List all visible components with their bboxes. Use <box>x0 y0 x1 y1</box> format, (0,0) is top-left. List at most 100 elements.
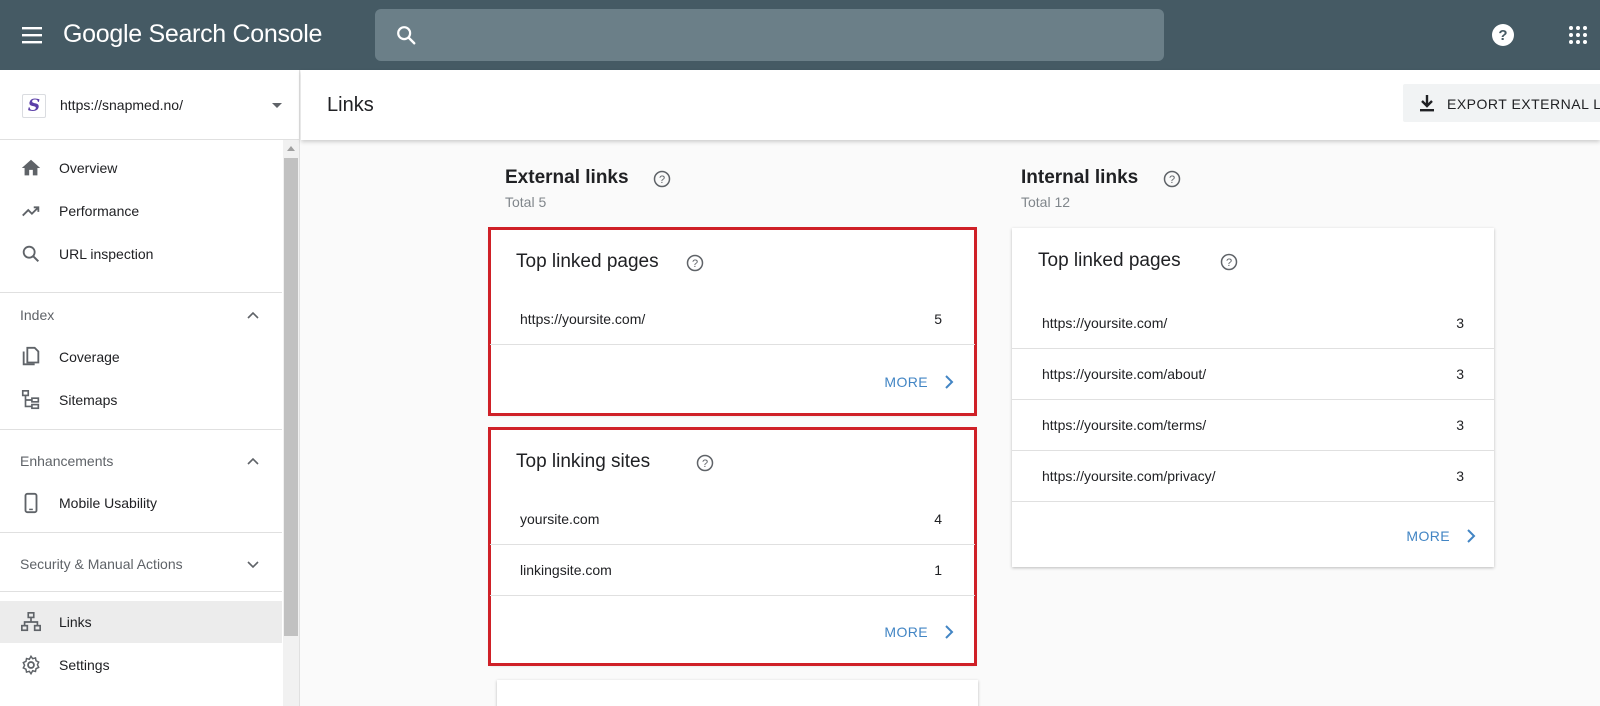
row-count: 3 <box>1456 315 1464 331</box>
help-circle-icon[interactable]: ? <box>653 170 671 188</box>
table-row[interactable]: linkingsite.com 1 <box>490 545 975 596</box>
download-icon <box>1420 95 1434 112</box>
section-header-index[interactable]: Index <box>0 293 282 337</box>
table-row[interactable]: https://yoursite.com/privacy/ 3 <box>1012 451 1494 502</box>
internal-links-total: Total 12 <box>1021 194 1071 210</box>
file-copy-icon <box>22 346 40 366</box>
divider <box>0 429 282 430</box>
sidebar-item-performance[interactable]: Performance <box>0 190 282 232</box>
property-logo: S <box>22 94 46 118</box>
sidebar-item-label: Settings <box>59 657 110 673</box>
row-count: 1 <box>934 562 942 578</box>
divider <box>0 591 282 592</box>
links-icon <box>21 612 41 632</box>
external-links-title: External links <box>505 167 629 188</box>
internal-links-title: Internal links <box>1021 167 1139 188</box>
chevron-right-icon <box>1467 529 1476 543</box>
more-button[interactable]: MORE <box>1312 521 1492 551</box>
section-header-security[interactable]: Security & Manual Actions <box>0 542 282 586</box>
svg-text:?: ? <box>692 258 698 270</box>
scroll-up-arrow-icon[interactable] <box>287 146 295 151</box>
apps-grid-icon[interactable] <box>1568 25 1588 45</box>
card-title: Top linked pages <box>1038 250 1181 271</box>
property-selector[interactable]: S https://snapmed.no/ <box>0 70 299 140</box>
divider <box>0 532 282 533</box>
sidebar-item-sitemaps[interactable]: Sitemaps <box>0 379 282 421</box>
help-icon[interactable]: ? <box>1491 23 1515 47</box>
app-brand[interactable]: Google Search Console <box>63 20 322 49</box>
help-circle-icon[interactable]: ? <box>1163 170 1181 188</box>
row-url: https://yoursite.com/about/ <box>1042 366 1207 382</box>
sidebar-item-coverage[interactable]: Coverage <box>0 336 282 378</box>
sidebar-item-overview[interactable]: Overview <box>0 147 282 189</box>
external-top-linking-sites-card: Top linking sites ? yoursite.com 4 linki… <box>488 427 977 666</box>
help-circle-icon[interactable]: ? <box>696 454 714 472</box>
row-url: https://yoursite.com/terms/ <box>1042 417 1207 433</box>
table-row[interactable]: https://yoursite.com/ 3 <box>1012 298 1494 349</box>
more-button[interactable]: MORE <box>790 617 970 647</box>
chevron-up-icon <box>247 311 259 319</box>
row-count: 3 <box>1456 417 1464 433</box>
external-next-card <box>497 680 978 706</box>
svg-text:?: ? <box>1169 174 1175 186</box>
sidebar-item-label: Overview <box>59 160 118 176</box>
row-count: 4 <box>934 511 942 527</box>
smartphone-icon <box>24 492 38 514</box>
more-label: MORE <box>1406 528 1450 544</box>
card-title: Top linked pages <box>516 251 659 272</box>
sitemap-icon <box>21 390 40 410</box>
chevron-up-icon <box>247 457 259 465</box>
page-title: Links <box>327 94 374 116</box>
sidebar-item-mobile-usability[interactable]: Mobile Usability <box>0 482 282 524</box>
card-title: Top linking sites <box>516 451 651 472</box>
table-row[interactable]: yoursite.com 4 <box>490 494 975 545</box>
home-icon <box>21 159 41 176</box>
help-circle-icon[interactable]: ? <box>686 254 704 272</box>
page-header: Links EXPORT EXTERNAL L <box>301 70 1600 140</box>
sidebar-item-links[interactable]: Links <box>0 601 282 643</box>
row-url: https://yoursite.com/ <box>520 311 646 327</box>
table-row[interactable]: https://yoursite.com/about/ 3 <box>1012 349 1494 400</box>
scroll-thumb[interactable] <box>284 158 298 636</box>
row-count: 3 <box>1456 468 1464 484</box>
help-circle-icon[interactable]: ? <box>1220 253 1238 271</box>
row-url: https://yoursite.com/ <box>1042 315 1168 331</box>
section-header-label: Index <box>20 307 55 323</box>
external-top-linked-pages-card: Top linked pages ? https://yoursite.com/… <box>488 227 977 416</box>
row-url: linkingsite.com <box>520 562 612 578</box>
table-row[interactable]: https://yoursite.com/ 5 <box>490 294 975 345</box>
sidebar-item-label: Sitemaps <box>59 392 118 408</box>
sidebar: S https://snapmed.no/ Overview Performan… <box>0 70 300 706</box>
dropdown-caret-icon <box>272 103 282 108</box>
top-app-bar: Google Search Console ? <box>0 0 1600 70</box>
property-url: https://snapmed.no/ <box>60 97 183 113</box>
search-icon <box>397 26 416 45</box>
gear-icon <box>22 654 40 676</box>
search-icon <box>22 245 40 263</box>
sidebar-item-settings[interactable]: Settings <box>0 644 282 686</box>
export-external-links-button[interactable]: EXPORT EXTERNAL L <box>1403 84 1600 122</box>
more-button[interactable]: MORE <box>790 367 970 397</box>
chevron-right-icon <box>945 375 954 389</box>
more-label: MORE <box>884 624 928 640</box>
svg-text:?: ? <box>659 174 665 186</box>
svg-text:?: ? <box>1226 257 1232 269</box>
sidebar-item-label: URL inspection <box>59 246 154 262</box>
search-input[interactable] <box>375 9 1164 61</box>
sidebar-item-label: Performance <box>59 203 140 219</box>
table-row[interactable]: https://yoursite.com/terms/ 3 <box>1012 400 1494 451</box>
row-count: 3 <box>1456 366 1464 382</box>
sidebar-item-label: Mobile Usability <box>59 495 158 511</box>
trending-up-icon <box>22 206 40 217</box>
menu-icon[interactable] <box>20 24 44 46</box>
chevron-right-icon <box>945 625 954 639</box>
sidebar-scrollbar[interactable] <box>283 140 299 706</box>
section-header-label: Security & Manual Actions <box>20 556 183 572</box>
svg-text:?: ? <box>702 458 708 470</box>
row-url: yoursite.com <box>520 511 600 527</box>
internal-top-linked-pages-card: Top linked pages ? https://yoursite.com/… <box>1012 228 1494 567</box>
sidebar-item-label: Coverage <box>59 349 120 365</box>
more-label: MORE <box>884 374 928 390</box>
section-header-enhancements[interactable]: Enhancements <box>0 439 282 483</box>
sidebar-item-url-inspection[interactable]: URL inspection <box>0 233 282 275</box>
